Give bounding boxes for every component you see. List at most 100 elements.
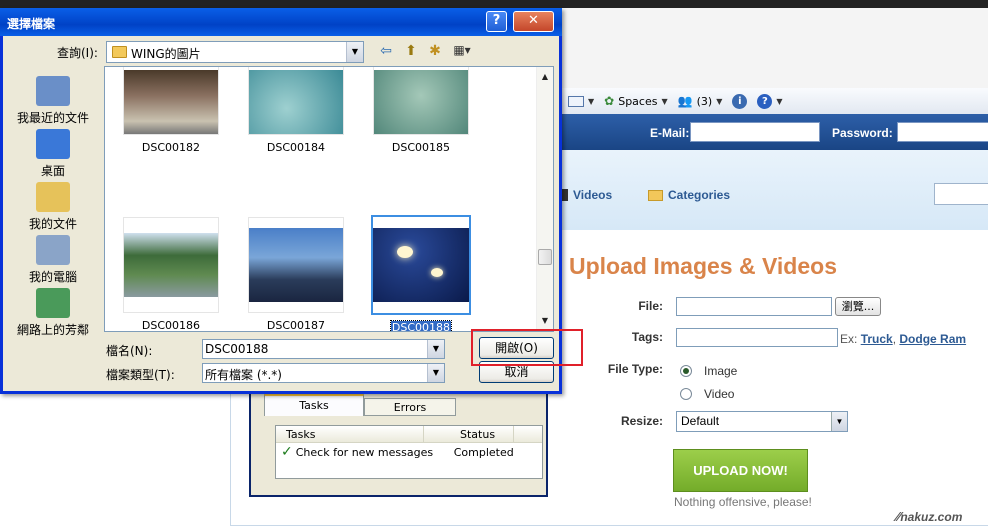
chevron-down-icon[interactable]: ▼: [427, 340, 444, 358]
table-row[interactable]: ✓ Check for new messages Completed: [276, 443, 542, 461]
nav-videos[interactable]: Videos: [562, 188, 612, 202]
file-grid-scrollbar[interactable]: ▲ ▼: [536, 67, 553, 331]
file-thumbnail[interactable]: DSC00186: [116, 217, 226, 331]
view-menu-icon[interactable]: ▦▾: [449, 43, 475, 61]
folder-icon: [648, 189, 663, 201]
file-thumbnail[interactable]: DSC00185: [366, 67, 476, 154]
chevron-down-icon: ▼: [588, 96, 595, 106]
browser-toolbar: ▼ ✿ Spaces ▼ 👥 (3) ▼ i ? ▼: [560, 88, 988, 114]
checkmark-icon: ✓: [281, 444, 293, 460]
mail-icon: [568, 95, 584, 107]
spaces-toolbar-button[interactable]: ✿ Spaces ▼: [604, 94, 667, 108]
place-recent-label: 我最近的文件: [16, 111, 89, 125]
tab-errors[interactable]: Errors: [364, 398, 456, 416]
tags-example-prefix: Ex:: [840, 332, 858, 346]
nav-categories[interactable]: Categories: [648, 188, 730, 202]
tag-link-dodge-ram[interactable]: Dodge Ram: [899, 332, 966, 346]
chevron-down-icon[interactable]: ▼: [831, 412, 847, 431]
highlight-annotation-box: [471, 329, 583, 366]
place-network[interactable]: 網路上的芳鄰: [6, 288, 100, 338]
file-path-field[interactable]: [676, 297, 832, 316]
site-header: E-Mail: Password:: [560, 114, 988, 150]
browse-button[interactable]: 瀏覽...: [835, 297, 881, 316]
file-thumbnail[interactable]: DSC00182: [116, 67, 226, 154]
tags-example-separator: ,: [892, 332, 897, 346]
watermark-text: nakuz.com: [900, 510, 963, 524]
photo-thumbnail: [374, 70, 468, 134]
network-icon: [36, 288, 70, 318]
filetype-option-image[interactable]: Image: [680, 364, 737, 378]
help-button[interactable]: ?: [486, 11, 507, 32]
email-label: E-Mail:: [650, 126, 690, 140]
tags-example: Ex: Truck, Dodge Ram: [840, 332, 966, 346]
password-label: Password:: [832, 126, 893, 140]
place-recent[interactable]: 我最近的文件: [6, 76, 100, 126]
photo-thumbnail: [124, 233, 218, 297]
spaces-label: Spaces: [618, 94, 658, 108]
photo-thumbnail: [373, 228, 469, 302]
filetype-label: 檔案類型(T):: [106, 368, 175, 382]
upload-now-button[interactable]: UPLOAD NOW!: [673, 449, 808, 492]
file-thumbnail[interactable]: DSC00187: [241, 217, 351, 331]
column-header-tasks[interactable]: Tasks: [276, 426, 424, 442]
filename-value: DSC00188: [205, 342, 269, 356]
thumbnail-frame: [248, 67, 344, 135]
watermark: ⁄⁄nakuz.com: [896, 509, 962, 524]
scroll-up-icon[interactable]: ▲: [537, 69, 553, 85]
place-desktop[interactable]: 桌面: [6, 129, 100, 179]
info-toolbar-button[interactable]: i: [732, 93, 748, 109]
scrollbar-thumb[interactable]: [538, 249, 552, 265]
nav-categories-label: Categories: [668, 188, 731, 202]
thumbnail-frame: [248, 217, 344, 313]
radio-image[interactable]: [680, 365, 692, 377]
radio-video[interactable]: [680, 388, 692, 400]
chevron-down-icon[interactable]: ▼: [427, 364, 444, 382]
password-field[interactable]: [897, 122, 988, 142]
filename-field[interactable]: DSC00188 ▼: [202, 339, 445, 359]
dialog-title: 選擇檔案: [7, 17, 56, 31]
help-toolbar-button[interactable]: ? ▼: [757, 93, 783, 109]
task-name: Check for new messages: [295, 445, 434, 459]
task-table: Tasks Status ✓ Check for new messages Co…: [275, 425, 543, 479]
resize-select[interactable]: Default ▼: [676, 411, 848, 432]
place-documents[interactable]: 我的文件: [6, 182, 100, 232]
lookin-select[interactable]: WING的圖片 ▼: [106, 41, 364, 63]
lookin-label: 查詢(I):: [57, 46, 98, 60]
tab-tasks[interactable]: Tasks: [264, 394, 364, 416]
upload-note: Nothing offensive, please!: [674, 495, 812, 509]
dialog-titlebar[interactable]: 選擇檔案 ? ✕: [0, 8, 562, 36]
place-computer[interactable]: 我的電腦: [6, 235, 100, 285]
site-search-input[interactable]: [934, 183, 988, 205]
chevron-down-icon[interactable]: ▼: [346, 42, 363, 62]
tag-link-truck[interactable]: Truck: [861, 332, 893, 346]
email-field[interactable]: [690, 122, 820, 142]
filetype-value: 所有檔案 (*.*): [205, 368, 282, 382]
back-icon[interactable]: ⇦: [376, 43, 396, 61]
file-thumbnail-selected[interactable]: DSC00188: [366, 215, 476, 332]
tags-field[interactable]: [676, 328, 838, 347]
close-button[interactable]: ✕: [513, 11, 554, 32]
film-icon: [562, 189, 568, 201]
mail-toolbar-button[interactable]: ▼: [568, 95, 595, 107]
page-title: Upload Images & Videos: [569, 253, 837, 279]
contacts-count: (3): [696, 94, 713, 108]
computer-icon: [36, 235, 70, 265]
file-label: File:: [638, 299, 663, 313]
filetype-option-video[interactable]: Video: [680, 387, 734, 401]
new-folder-icon[interactable]: ✱: [425, 43, 445, 61]
file-grid: DSC00182 DSC00184 DSC00185 DSC00186 DSC0…: [104, 66, 554, 332]
radio-image-label: Image: [704, 364, 738, 378]
column-header-status[interactable]: Status: [424, 426, 514, 442]
file-thumbnail[interactable]: DSC00184: [241, 67, 351, 154]
scroll-down-icon[interactable]: ▼: [537, 313, 553, 329]
filename-label: 檔名(N):: [106, 344, 153, 358]
chevron-down-icon: ▼: [716, 96, 723, 106]
resize-label: Resize:: [620, 414, 663, 428]
desktop-icon: [36, 129, 70, 159]
resize-value: Default: [681, 414, 720, 428]
contacts-toolbar-button[interactable]: 👥 (3) ▼: [678, 94, 723, 108]
filetype-select[interactable]: 所有檔案 (*.*) ▼: [202, 363, 445, 383]
chevron-down-icon: ▼: [776, 96, 783, 106]
up-folder-icon[interactable]: ⬆: [401, 43, 421, 61]
file-name: DSC00188: [389, 320, 453, 332]
